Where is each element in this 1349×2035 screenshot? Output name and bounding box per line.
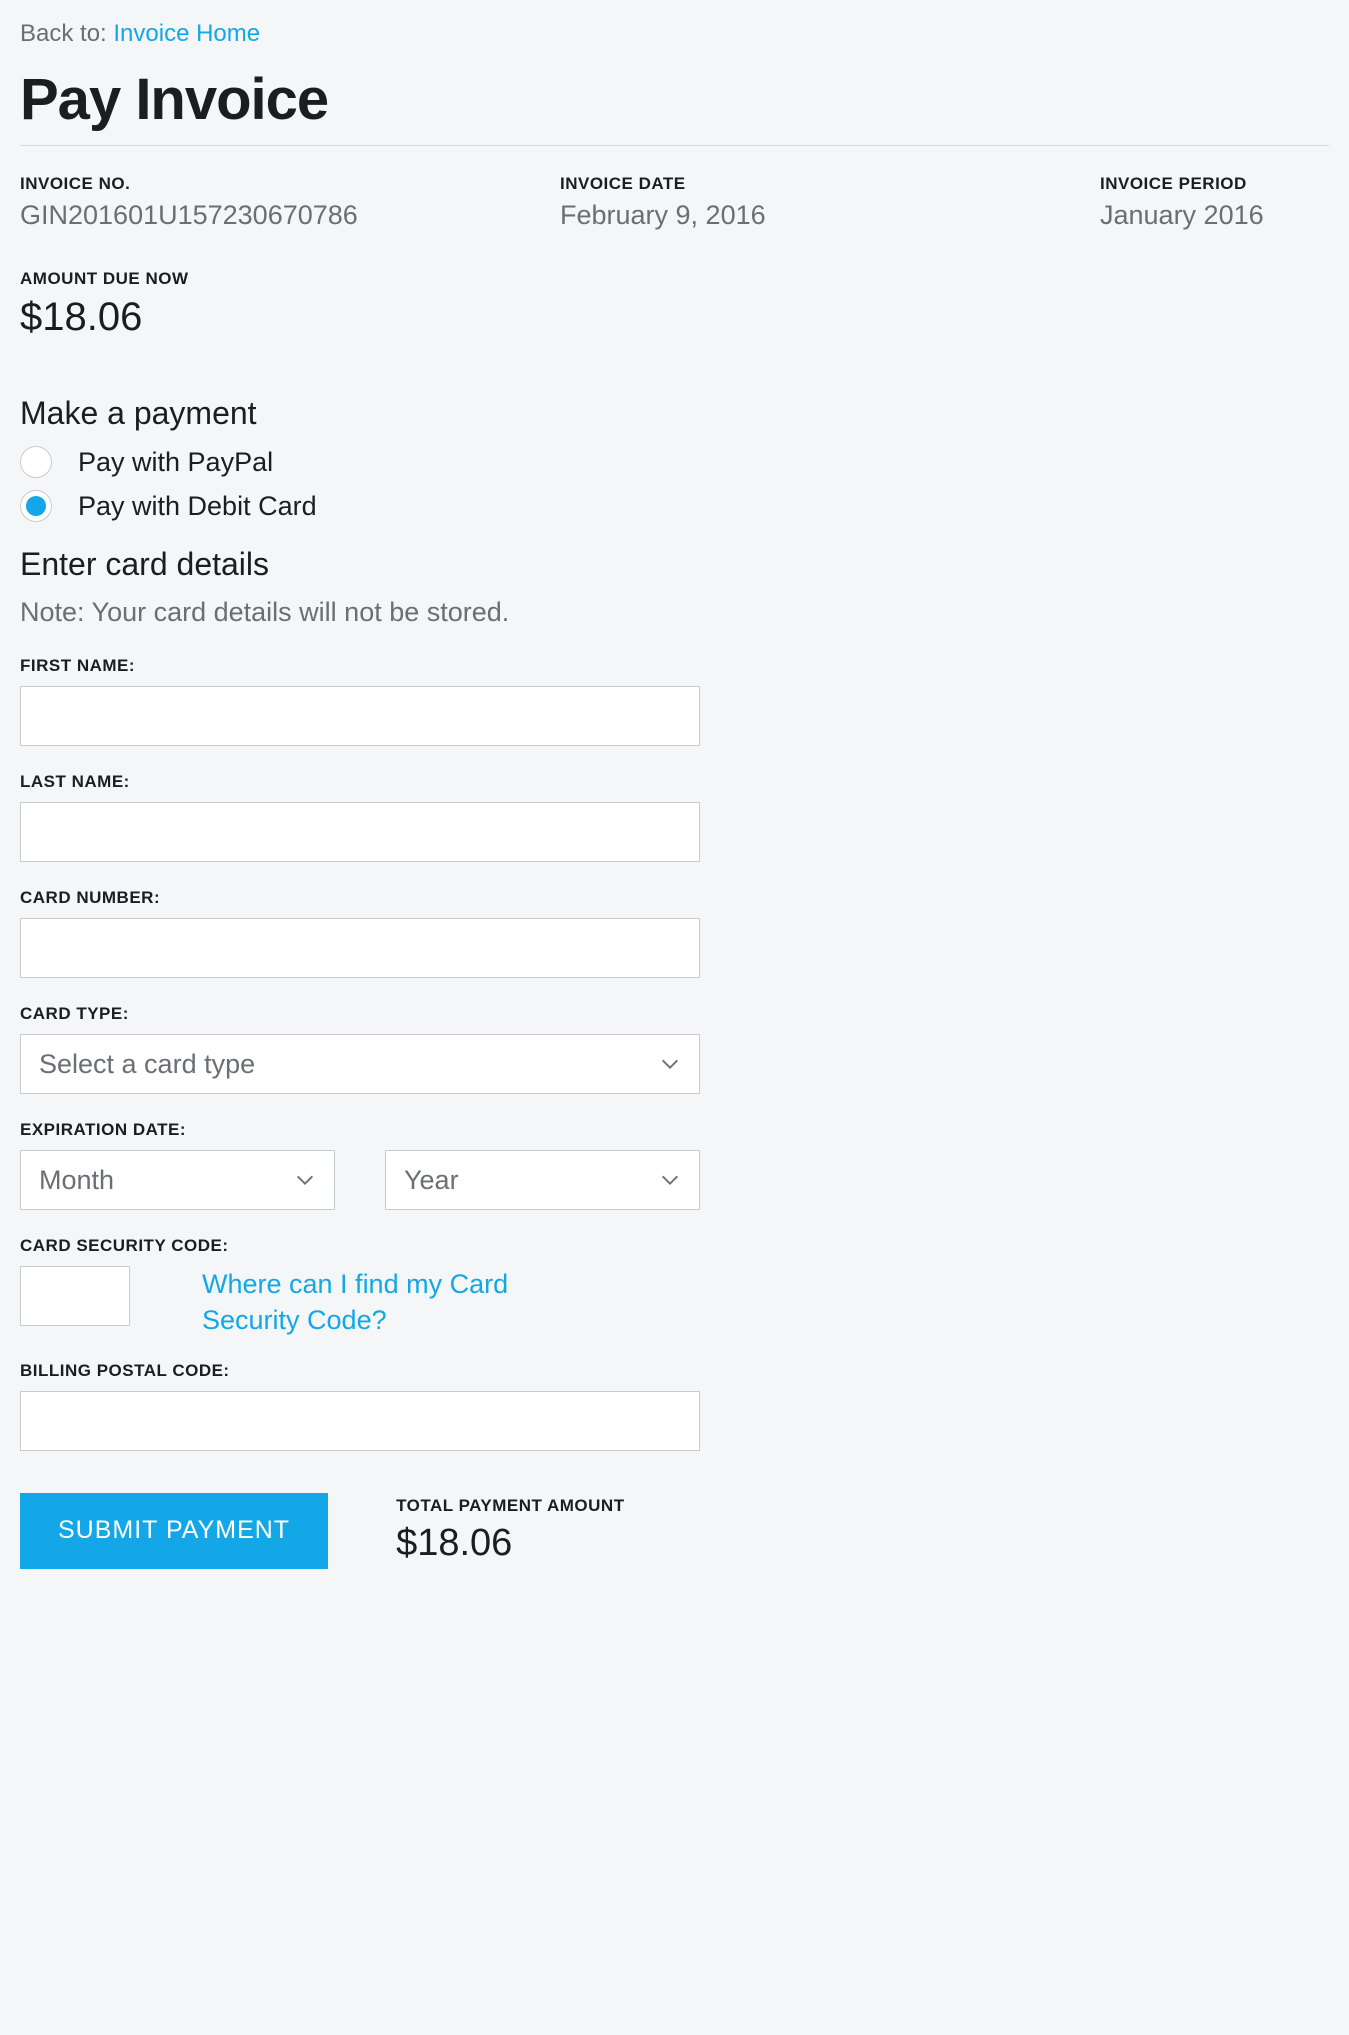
invoice-period-label: INVOICE PERIOD bbox=[1100, 174, 1329, 194]
card-number-group: CARD NUMBER: bbox=[20, 888, 700, 978]
invoice-meta-row: INVOICE NO. GIN201601U157230670786 INVOI… bbox=[20, 174, 1329, 231]
postal-input[interactable] bbox=[20, 1391, 700, 1451]
last-name-label: LAST NAME: bbox=[20, 772, 700, 792]
card-type-select[interactable]: Select a card type bbox=[20, 1034, 700, 1094]
expiration-label: EXPIRATION DATE: bbox=[20, 1120, 700, 1140]
radio-icon bbox=[20, 490, 52, 522]
csc-help-link[interactable]: Where can I find my Card Security Code? bbox=[202, 1266, 562, 1339]
card-form: FIRST NAME: LAST NAME: CARD NUMBER: CARD… bbox=[20, 656, 700, 1569]
payment-option-label: Pay with Debit Card bbox=[78, 491, 317, 522]
invoice-date-value: February 9, 2016 bbox=[560, 200, 1100, 231]
invoice-period-block: INVOICE PERIOD January 2016 bbox=[1100, 174, 1329, 231]
total-payment-block: TOTAL PAYMENT AMOUNT $18.06 bbox=[396, 1496, 625, 1565]
amount-due-label: AMOUNT DUE NOW bbox=[20, 269, 1329, 289]
chevron-down-icon bbox=[294, 1169, 316, 1191]
submit-payment-button[interactable]: SUBMIT PAYMENT bbox=[20, 1493, 328, 1569]
chevron-down-icon bbox=[659, 1053, 681, 1075]
pay-invoice-page: Back to: Invoice Home Pay Invoice INVOIC… bbox=[20, 20, 1329, 1569]
card-type-placeholder: Select a card type bbox=[39, 1049, 659, 1080]
breadcrumb: Back to: Invoice Home bbox=[20, 20, 1329, 48]
expiration-year-select[interactable]: Year bbox=[385, 1150, 700, 1210]
payment-option-debit[interactable]: Pay with Debit Card bbox=[20, 490, 1329, 522]
divider bbox=[20, 145, 1329, 146]
year-placeholder: Year bbox=[404, 1165, 659, 1196]
first-name-input[interactable] bbox=[20, 686, 700, 746]
card-number-input[interactable] bbox=[20, 918, 700, 978]
invoice-no-label: INVOICE NO. bbox=[20, 174, 560, 194]
amount-due-block: AMOUNT DUE NOW $18.06 bbox=[20, 269, 1329, 340]
csc-group: CARD SECURITY CODE: Where can I find my … bbox=[20, 1236, 700, 1339]
first-name-group: FIRST NAME: bbox=[20, 656, 700, 746]
expiration-month-select[interactable]: Month bbox=[20, 1150, 335, 1210]
last-name-input[interactable] bbox=[20, 802, 700, 862]
card-type-label: CARD TYPE: bbox=[20, 1004, 700, 1024]
invoice-date-block: INVOICE DATE February 9, 2016 bbox=[560, 174, 1100, 231]
card-number-label: CARD NUMBER: bbox=[20, 888, 700, 908]
card-type-group: CARD TYPE: Select a card type bbox=[20, 1004, 700, 1094]
radio-icon bbox=[20, 446, 52, 478]
back-link[interactable]: Invoice Home bbox=[113, 20, 260, 47]
back-prefix: Back to: bbox=[20, 20, 113, 47]
postal-group: BILLING POSTAL CODE: bbox=[20, 1361, 700, 1451]
postal-label: BILLING POSTAL CODE: bbox=[20, 1361, 700, 1381]
card-details-note: Note: Your card details will not be stor… bbox=[20, 597, 1329, 628]
payment-option-paypal[interactable]: Pay with PayPal bbox=[20, 446, 1329, 478]
make-payment-heading: Make a payment bbox=[20, 395, 1329, 432]
first-name-label: FIRST NAME: bbox=[20, 656, 700, 676]
payment-option-label: Pay with PayPal bbox=[78, 447, 273, 478]
amount-due-value: $18.06 bbox=[20, 295, 1329, 340]
invoice-no-value: GIN201601U157230670786 bbox=[20, 200, 560, 231]
card-details-heading: Enter card details bbox=[20, 546, 1329, 583]
total-payment-label: TOTAL PAYMENT AMOUNT bbox=[396, 1496, 625, 1516]
invoice-no-block: INVOICE NO. GIN201601U157230670786 bbox=[20, 174, 560, 231]
last-name-group: LAST NAME: bbox=[20, 772, 700, 862]
csc-label: CARD SECURITY CODE: bbox=[20, 1236, 700, 1256]
submit-row: SUBMIT PAYMENT TOTAL PAYMENT AMOUNT $18.… bbox=[20, 1493, 700, 1569]
page-title: Pay Invoice bbox=[20, 66, 1329, 133]
payment-method-group: Pay with PayPal Pay with Debit Card bbox=[20, 446, 1329, 522]
month-placeholder: Month bbox=[39, 1165, 294, 1196]
chevron-down-icon bbox=[659, 1169, 681, 1191]
csc-input[interactable] bbox=[20, 1266, 130, 1326]
radio-selected-icon bbox=[26, 496, 46, 516]
total-payment-value: $18.06 bbox=[396, 1522, 625, 1565]
invoice-period-value: January 2016 bbox=[1100, 200, 1329, 231]
invoice-date-label: INVOICE DATE bbox=[560, 174, 1100, 194]
expiration-group: EXPIRATION DATE: Month Year bbox=[20, 1120, 700, 1210]
